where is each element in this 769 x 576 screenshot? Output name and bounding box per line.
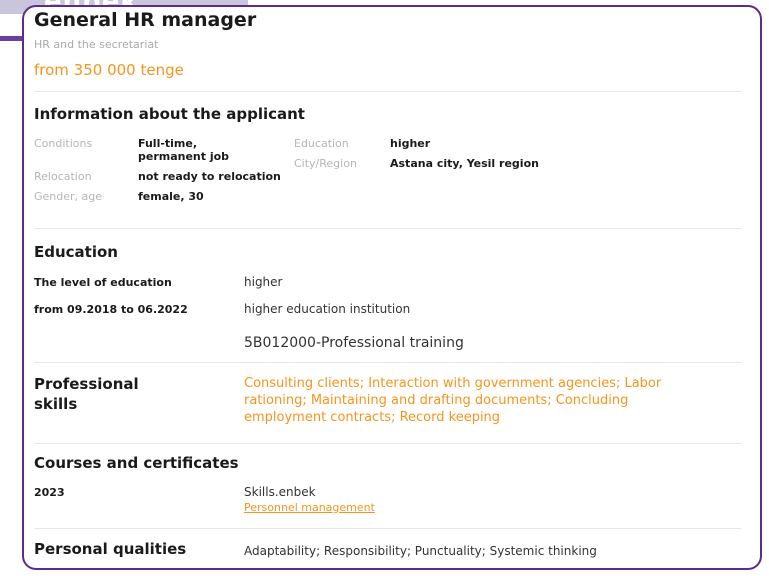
conditions-value: Full-time, permanent job bbox=[138, 137, 230, 163]
city-label: City/Region bbox=[294, 157, 357, 170]
divider bbox=[34, 362, 741, 363]
vacancy-category: HR and the secretariat bbox=[34, 38, 159, 51]
divider bbox=[34, 528, 741, 529]
relocation-label: Relocation bbox=[34, 170, 92, 183]
conditions-label: Conditions bbox=[34, 137, 93, 150]
education-level-value: higher bbox=[244, 275, 283, 289]
course-year: 2023 bbox=[34, 486, 65, 499]
divider bbox=[34, 443, 741, 444]
gender-age-value: female, 30 bbox=[138, 190, 204, 203]
education-value: higher bbox=[390, 137, 431, 150]
education-specialty: 5B012000-Professional training bbox=[244, 335, 464, 351]
resume-card: General HR manager HR and the secretaria… bbox=[22, 5, 762, 570]
relocation-value: not ready to relocation bbox=[138, 170, 281, 183]
education-heading: Education bbox=[34, 243, 118, 261]
courses-heading: Courses and certificates bbox=[34, 454, 239, 472]
skills-list: Consulting clients; Interaction with gov… bbox=[244, 376, 662, 425]
education-label: Education bbox=[294, 137, 349, 150]
vacancy-title: General HR manager bbox=[34, 9, 257, 31]
salary: from 350 000 tenge bbox=[34, 61, 184, 79]
qualities-heading: Personal qualities bbox=[34, 540, 187, 558]
divider bbox=[34, 228, 741, 229]
course-link[interactable]: Personnel management bbox=[244, 501, 375, 514]
education-institution: higher education institution bbox=[244, 302, 411, 316]
education-level-label: The level of education bbox=[34, 276, 172, 289]
qualities-list: Adaptability; Responsibility; Punctualit… bbox=[244, 544, 597, 558]
skills-heading: Professional skills bbox=[34, 375, 139, 413]
education-period: from 09.2018 to 06.2022 bbox=[34, 303, 188, 316]
course-provider: Skills.enbek bbox=[244, 485, 316, 499]
divider bbox=[34, 91, 741, 92]
city-value: Astana city, Yesil region bbox=[390, 157, 539, 170]
gender-age-label: Gender, age bbox=[34, 190, 103, 203]
applicant-heading: Information about the applicant bbox=[34, 105, 305, 123]
